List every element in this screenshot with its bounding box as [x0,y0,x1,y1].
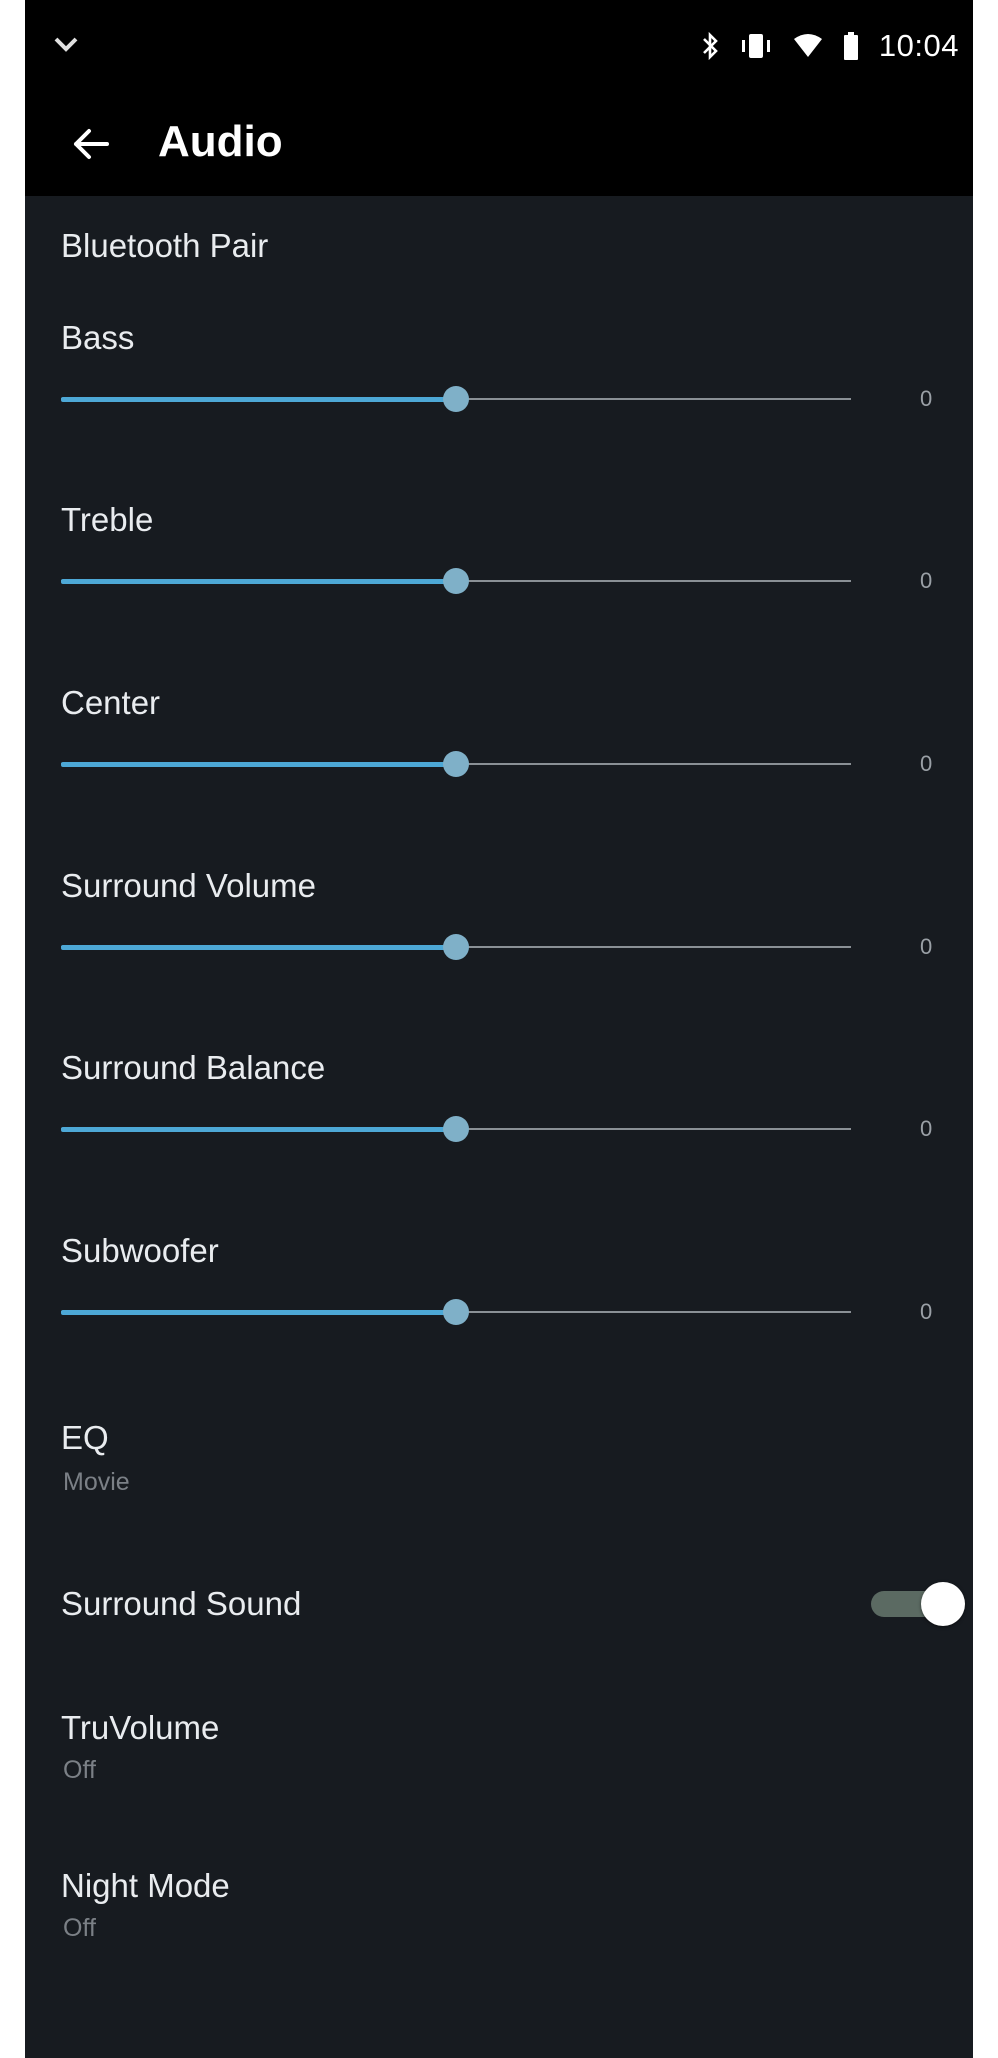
slider-thumb[interactable] [443,1299,469,1325]
toggle-thumb [921,1582,965,1626]
surround-volume-slider[interactable] [61,934,851,960]
center-setting: Center 0 [25,681,973,821]
subwoofer-slider[interactable] [61,1299,851,1325]
surround-sound-label: Surround Sound [61,1585,302,1622]
eq-label: EQ [61,1419,109,1456]
slider-fill [61,579,456,584]
slider-fill [61,397,456,402]
bass-value: 0 [920,386,933,411]
surround-sound-toggle[interactable] [871,1582,965,1626]
status-time: 10:04 [878,28,959,63]
page-title: Audio [158,117,283,166]
surround-volume-label: Surround Volume [61,867,316,904]
bluetooth-icon [703,31,718,61]
treble-slider[interactable] [61,568,851,594]
status-icons: 10:04 [701,24,959,68]
truvolume-row[interactable]: TruVolume Off [25,1706,973,1806]
surround-volume-value: 0 [920,934,933,959]
app-bar: Audio [25,92,973,196]
eq-value: Movie [63,1468,130,1496]
slider-thumb[interactable] [443,568,469,594]
slider-thumb[interactable] [443,751,469,777]
surround-volume-setting: Surround Volume 0 [25,864,973,1004]
surround-sound-row: Surround Sound [25,1576,973,1640]
slider-thumb[interactable] [443,934,469,960]
bass-slider[interactable] [61,386,851,412]
treble-setting: Treble 0 [25,498,973,638]
surround-balance-label: Surround Balance [61,1049,326,1086]
center-slider[interactable] [61,751,851,777]
status-bar: 10:04 [25,0,973,92]
truvolume-value: Off [63,1756,96,1784]
wifi-icon [793,34,822,57]
back-button[interactable] [61,114,121,174]
subwoofer-setting: Subwoofer 0 [25,1229,973,1369]
surround-balance-slider[interactable] [61,1116,851,1142]
slider-fill [61,762,456,767]
top-bar: 10:04 Audio [25,0,973,196]
vibrate-icon [741,34,770,58]
center-value: 0 [920,751,933,776]
bluetooth-pair-row[interactable]: Bluetooth Pair [25,222,973,282]
subwoofer-label: Subwoofer [61,1232,219,1269]
slider-thumb[interactable] [443,1116,469,1142]
eq-row[interactable]: EQ Movie [25,1416,973,1516]
center-label: Center [61,684,161,721]
battery-icon [843,32,858,60]
treble-value: 0 [920,568,933,593]
subwoofer-value: 0 [920,1299,933,1324]
night-mode-label: Night Mode [61,1867,230,1904]
notification-chevron-icon [54,37,78,52]
slider-fill [61,1127,456,1132]
treble-label: Treble [61,501,154,538]
night-mode-row[interactable]: Night Mode Off [25,1864,973,1964]
bluetooth-pair-label: Bluetooth Pair [61,227,269,264]
truvolume-label: TruVolume [61,1709,220,1746]
slider-thumb[interactable] [443,386,469,412]
arrow-left-icon [74,129,109,159]
night-mode-value: Off [63,1914,96,1942]
slider-fill [61,945,456,950]
slider-fill [61,1310,456,1315]
bass-label: Bass [61,319,135,356]
surround-balance-value: 0 [920,1116,933,1141]
phone-screen: 10:04 Audio Bluetooth Pair Bass 0 Treble… [25,0,973,2058]
bass-setting: Bass 0 [25,316,973,456]
surround-balance-setting: Surround Balance 0 [25,1046,973,1186]
